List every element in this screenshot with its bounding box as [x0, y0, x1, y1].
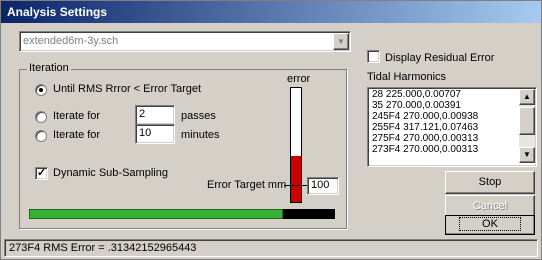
radio-selected-dot	[39, 88, 43, 92]
tidal-harmonics-list[interactable]: 28 225.000,0.00707 35 270.000,0.00391 245F…	[367, 87, 537, 167]
display-residual-label: Display Residual Error	[385, 52, 495, 64]
iterate-minutes-radio[interactable]	[35, 130, 47, 142]
until-rms-label: Until RMS Rrror < Error Target	[53, 83, 202, 95]
tidal-list-item[interactable]: 245F4 270.000,0.00938	[369, 111, 518, 122]
tidal-list-item[interactable]: 275F4 270.000,0.00313	[369, 133, 518, 144]
schedule-file-combo[interactable]: extended6m-3y.sch ▼	[19, 31, 351, 52]
dynamic-subsampling-checkbox[interactable]: ✓	[35, 167, 48, 180]
scroll-up-icon[interactable]: ▲	[519, 89, 535, 105]
scroll-thumb[interactable]	[519, 107, 535, 135]
iteration-group-label: Iteration	[27, 62, 71, 74]
passes-input[interactable]: 2	[135, 105, 175, 125]
error-gauge-fill	[291, 156, 301, 202]
chevron-down-icon[interactable]: ▼	[333, 33, 349, 50]
tidal-list-item[interactable]: 273F4 270.000,0.00313	[369, 144, 518, 155]
minutes-input[interactable]: 10	[135, 124, 175, 144]
error-target-input[interactable]: 100	[307, 177, 339, 195]
progress-bar	[29, 209, 335, 219]
schedule-file-value: extended6m-3y.sch	[23, 35, 119, 47]
display-residual-checkbox[interactable]	[367, 50, 380, 63]
tidal-list-item[interactable]: 255F4 317.121,0.07463	[369, 122, 518, 133]
list-scrollbar[interactable]: ▲ ▼	[519, 89, 535, 163]
iterate-minutes-label: Iterate for	[53, 129, 101, 141]
tidal-list-items: 28 225.000,0.00707 35 270.000,0.00391 245F…	[369, 89, 518, 155]
minutes-unit-label: minutes	[181, 129, 220, 141]
iterate-passes-radio[interactable]	[35, 111, 47, 123]
scroll-down-icon[interactable]: ▼	[519, 147, 535, 163]
tidal-harmonics-label: Tidal Harmonics	[367, 71, 447, 83]
analysis-settings-window: Analysis Settings extended6m-3y.sch ▼ It…	[0, 0, 542, 260]
checkmark-icon: ✓	[37, 167, 47, 179]
tidal-list-item[interactable]: 28 225.000,0.00707	[369, 89, 518, 100]
progress-bar-fill	[29, 209, 283, 219]
status-bar: 273F4 RMS Error = .31342152965443	[4, 239, 538, 257]
error-target-label: Error Target mm	[207, 179, 287, 191]
until-rms-radio[interactable]	[35, 84, 47, 96]
ok-button[interactable]: OK	[445, 215, 535, 235]
stop-button[interactable]: Stop	[445, 171, 535, 194]
dynamic-subsampling-label: Dynamic Sub-Sampling	[53, 167, 168, 179]
tidal-list-item[interactable]: 35 270.000,0.00391	[369, 100, 518, 111]
title-bar: Analysis Settings	[1, 1, 541, 23]
ok-button-label: OK	[459, 217, 521, 231]
passes-unit-label: passes	[181, 110, 216, 122]
iterate-passes-label: Iterate for	[53, 110, 101, 122]
error-gauge-label: error	[287, 73, 311, 85]
